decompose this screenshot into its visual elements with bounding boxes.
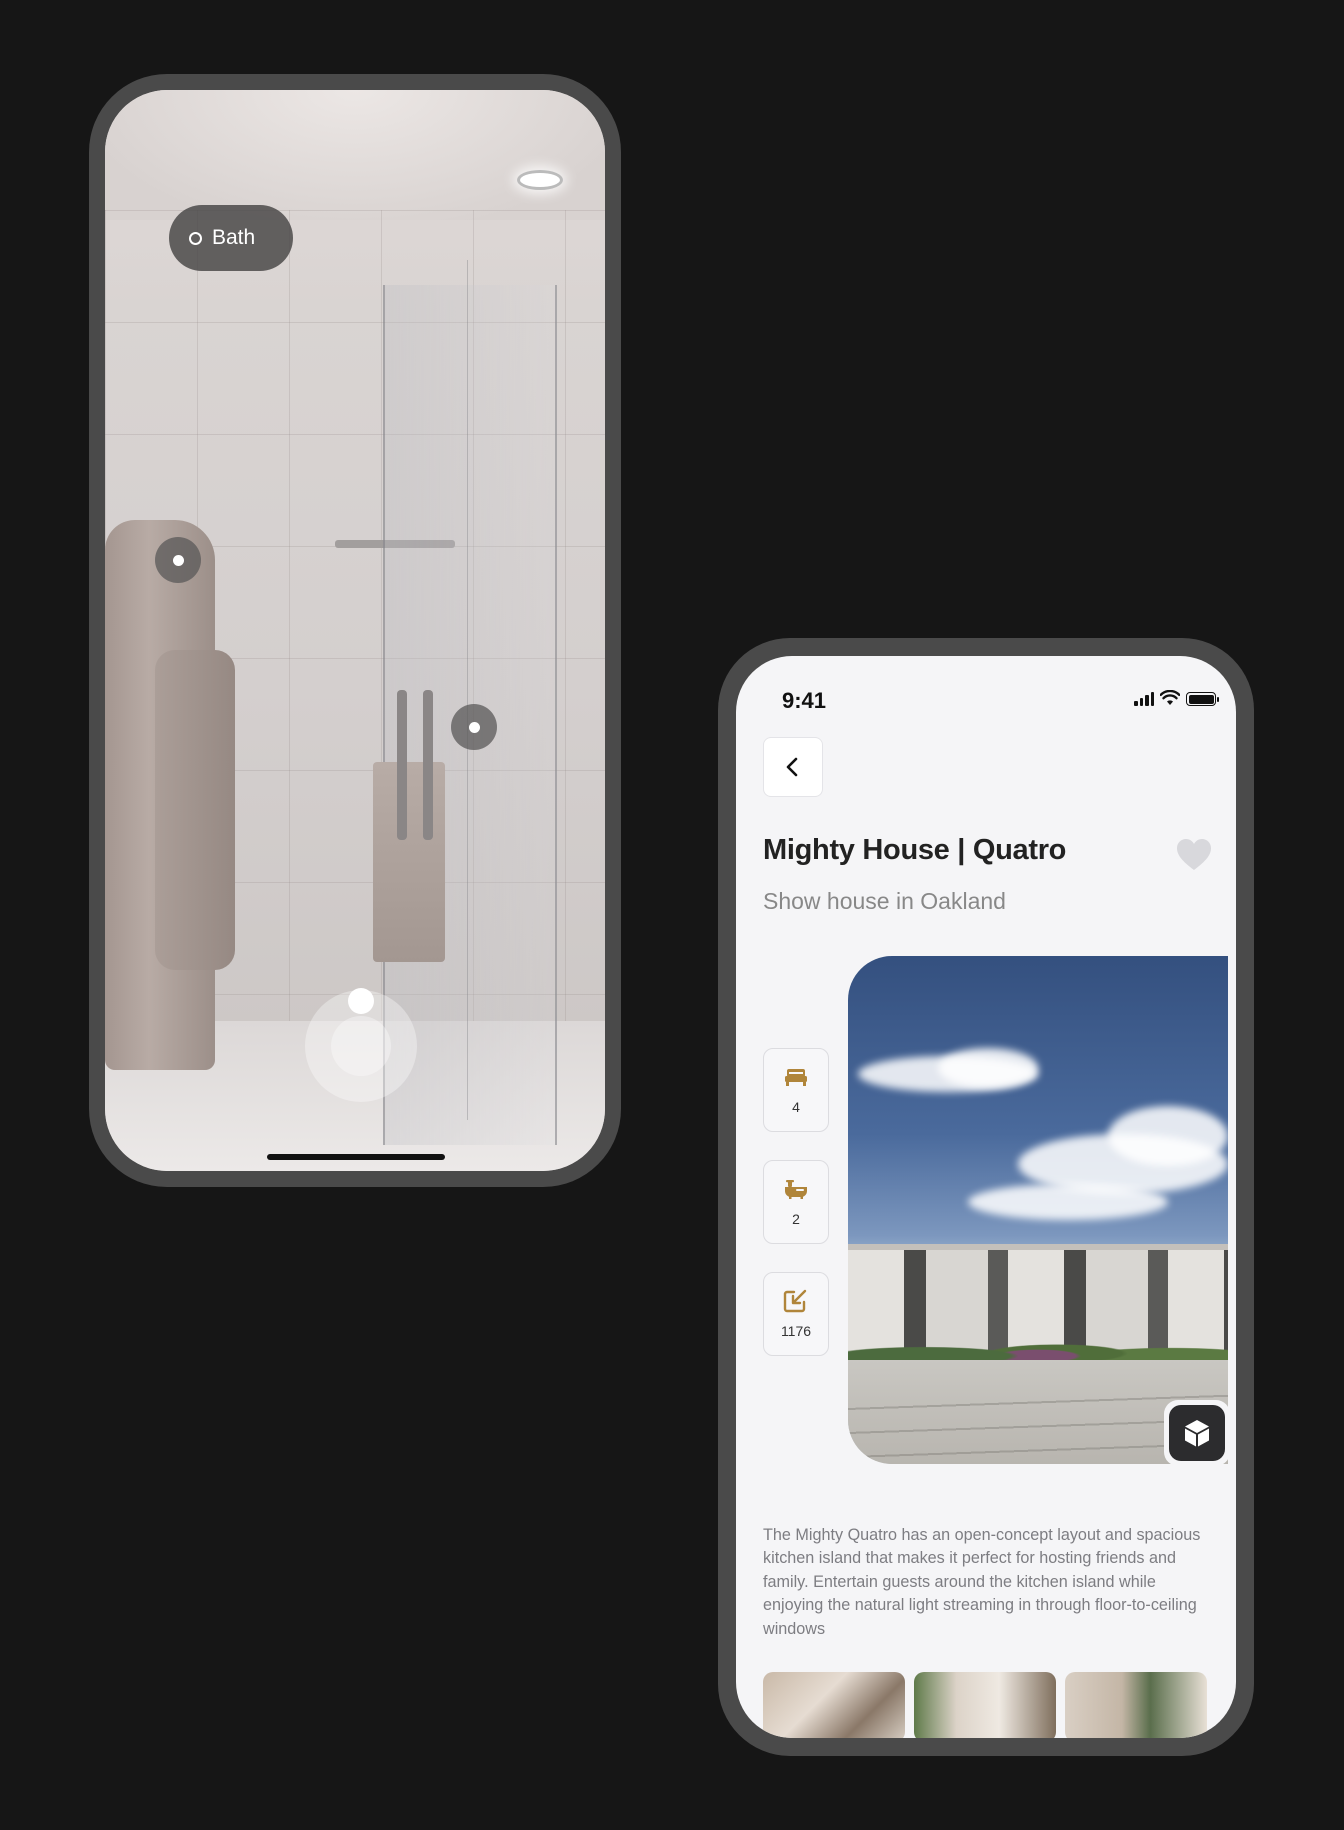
property-title: Mighty House | Quatro bbox=[763, 834, 1067, 866]
room-label: Bath bbox=[212, 226, 256, 249]
property-subtitle: Show house in Oakland bbox=[763, 888, 1006, 914]
joystick-inner bbox=[331, 1016, 391, 1076]
gallery-thumb[interactable] bbox=[914, 1672, 1056, 1738]
gallery-thumbnails bbox=[763, 1672, 1207, 1738]
dot-icon bbox=[172, 554, 184, 566]
movement-joystick[interactable] bbox=[305, 988, 417, 1102]
back-button[interactable] bbox=[763, 737, 823, 797]
cloud bbox=[1108, 1106, 1228, 1166]
ceiling bbox=[105, 90, 605, 220]
home-indicator[interactable] bbox=[267, 1154, 445, 1160]
gallery-thumb[interactable] bbox=[763, 1672, 905, 1738]
status-icons bbox=[1134, 690, 1219, 706]
bathrooms-count: 2 bbox=[792, 1211, 800, 1227]
property-screen: 9:41 Mighty House | Quatro Show house in… bbox=[736, 656, 1236, 1738]
stat-area: 1176 bbox=[763, 1272, 829, 1356]
heart-icon[interactable] bbox=[1176, 838, 1212, 872]
ceiling-light bbox=[517, 170, 563, 190]
door-handle bbox=[423, 690, 433, 840]
cube-icon bbox=[1185, 1420, 1209, 1447]
property-description: The Mighty Quatro has an open-concept la… bbox=[763, 1526, 1201, 1638]
bathrobe-fold bbox=[155, 650, 235, 970]
stat-bedrooms: 4 bbox=[763, 1048, 829, 1132]
resize-arrow-icon bbox=[783, 1289, 807, 1313]
ar-scene: Bath bbox=[105, 90, 605, 1171]
room-label-pill[interactable]: Bath bbox=[169, 205, 293, 271]
property-hero-image[interactable] bbox=[848, 956, 1228, 1464]
dot-icon bbox=[468, 721, 480, 733]
wifi-icon bbox=[1160, 690, 1180, 705]
stat-bathrooms: 2 bbox=[763, 1160, 829, 1244]
bed-icon bbox=[785, 1069, 807, 1086]
battery-icon bbox=[1186, 692, 1219, 706]
joystick-knob[interactable] bbox=[348, 988, 374, 1014]
towel bbox=[373, 762, 445, 962]
bathtub-icon bbox=[785, 1180, 807, 1199]
cloud bbox=[968, 1184, 1168, 1220]
bedrooms-count: 4 bbox=[792, 1099, 800, 1115]
cloud bbox=[938, 1048, 1038, 1088]
door-handle bbox=[397, 690, 407, 840]
property-stats: 4 2 1176 bbox=[763, 1048, 829, 1356]
gallery-thumb[interactable] bbox=[1065, 1672, 1207, 1738]
signal-icon bbox=[1134, 690, 1154, 706]
phone-property-detail: 9:41 Mighty House | Quatro Show house in… bbox=[718, 638, 1254, 1756]
circle-icon bbox=[189, 231, 202, 245]
hotspot-shower[interactable] bbox=[451, 704, 497, 750]
chevron-left-icon bbox=[786, 757, 798, 777]
view-3d-button[interactable] bbox=[1164, 1400, 1230, 1466]
status-time: 9:41 bbox=[782, 688, 827, 713]
hotspot-robe[interactable] bbox=[155, 537, 201, 583]
area-value: 1176 bbox=[780, 1323, 812, 1339]
shower-glass-panel bbox=[467, 260, 567, 1120]
phone-ar-view: Bath bbox=[89, 74, 621, 1187]
